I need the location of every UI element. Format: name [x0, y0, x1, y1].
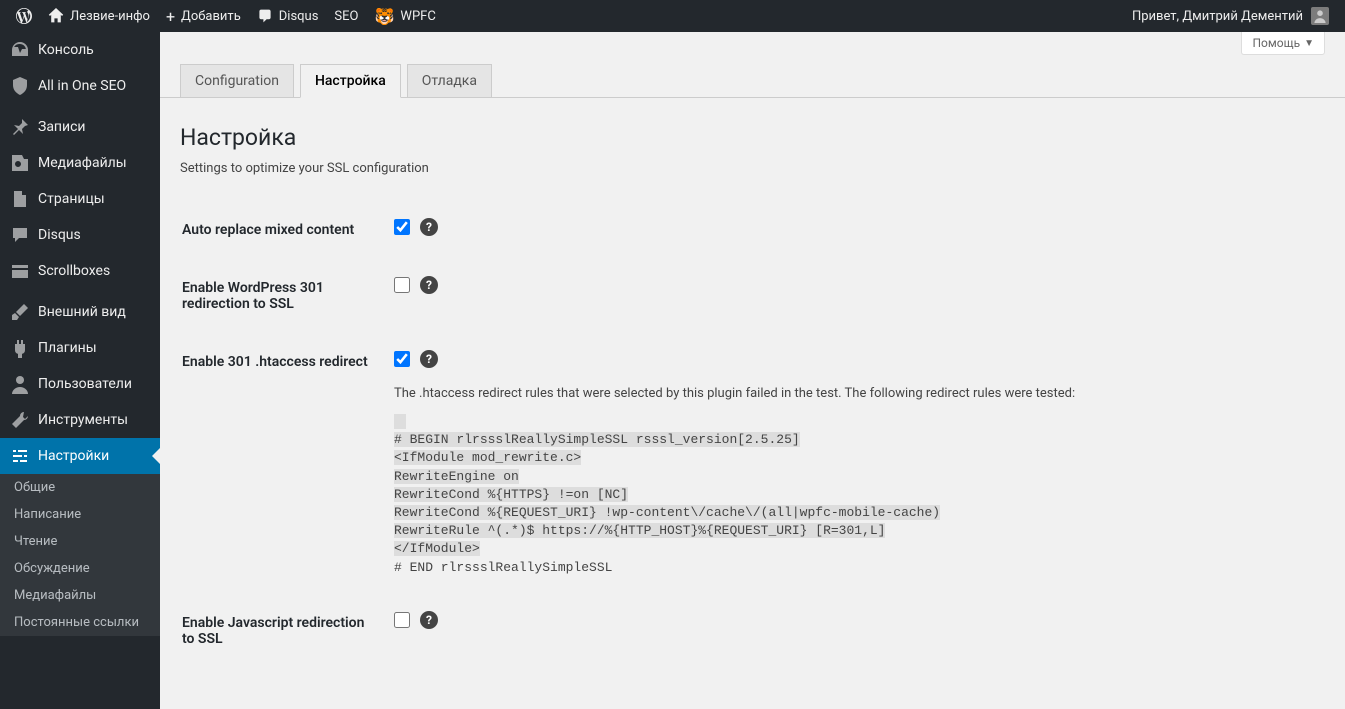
wp-logo[interactable]: [8, 0, 40, 32]
seo-label: SEO: [334, 9, 358, 24]
dashboard-icon: [10, 40, 30, 60]
menu-users[interactable]: Пользователи: [0, 366, 160, 402]
admin-sidebar: Консоль All in One SEO Записи Медиафайлы…: [0, 32, 160, 709]
checkbox-htaccess[interactable]: [394, 351, 410, 367]
menu-label: Медиафайлы: [38, 155, 127, 171]
menu-label: Консоль: [38, 42, 94, 58]
menu-pages[interactable]: Страницы: [0, 181, 160, 217]
comment-icon: [257, 8, 273, 24]
help-icon[interactable]: ?: [420, 276, 438, 294]
menu-label: Страницы: [38, 191, 105, 207]
menu-settings[interactable]: Настройки: [0, 438, 160, 474]
plug-icon: [10, 338, 30, 358]
disqus-label: Disqus: [279, 9, 319, 24]
site-name: Лезвие-инфо: [70, 9, 150, 24]
greeting: Привет, Дмитрий Дементий: [1132, 9, 1303, 24]
home-icon: [48, 8, 64, 24]
wpfc-icon: 🐯: [374, 7, 394, 26]
seo-link[interactable]: SEO: [326, 0, 366, 32]
settings-submenu: Общие Написание Чтение Обсуждение Медиаф…: [0, 474, 160, 636]
menu-media[interactable]: Медиафайлы: [0, 145, 160, 181]
disqus-link[interactable]: Disqus: [249, 0, 327, 32]
menu-label: Плагины: [38, 340, 97, 356]
menu-label: Scrollboxes: [38, 263, 110, 279]
menu-label: Записи: [38, 119, 86, 135]
field-label-htaccess: Enable 301 .htaccess redirect: [182, 334, 382, 593]
sub-general[interactable]: Общие: [0, 474, 160, 501]
add-new[interactable]: + Добавить: [158, 0, 249, 32]
sub-discussion[interactable]: Обсуждение: [0, 555, 160, 582]
avatar: [1311, 7, 1329, 25]
sub-media[interactable]: Медиафайлы: [0, 582, 160, 609]
menu-appearance[interactable]: Внешний вид: [0, 294, 160, 330]
tab-settings[interactable]: Настройка: [300, 64, 401, 98]
menu-disqus[interactable]: Disqus: [0, 217, 160, 253]
user-icon: [10, 374, 30, 394]
menu-tools[interactable]: Инструменты: [0, 402, 160, 438]
wrench-icon: [10, 410, 30, 430]
page-icon: [10, 189, 30, 209]
tab-debug[interactable]: Отладка: [407, 64, 492, 98]
checkbox-autoreplace[interactable]: [394, 219, 410, 235]
shield-icon: [10, 76, 30, 96]
wpfc-link[interactable]: 🐯 WPFC: [366, 0, 443, 32]
menu-label: Внешний вид: [38, 304, 126, 320]
menu-label: Настройки: [38, 448, 109, 464]
menu-label: Пользователи: [38, 376, 132, 392]
checkbox-wp301[interactable]: [394, 277, 410, 293]
sub-permalinks[interactable]: Постоянные ссылки: [0, 609, 160, 636]
content-area: Помощь ▼ Configuration Настройка Отладка…: [160, 32, 1345, 709]
htaccess-code: # BEGIN rlrssslReallySimpleSSL rsssl_ver…: [394, 413, 1313, 577]
sliders-icon: [10, 446, 30, 466]
tabs-nav: Configuration Настройка Отладка: [160, 55, 1345, 98]
menu-scrollboxes[interactable]: Scrollboxes: [0, 253, 160, 289]
help-icon[interactable]: ?: [420, 218, 438, 236]
field-label-jsredirect: Enable Javascript redirection to SSL: [182, 595, 382, 667]
plus-icon: +: [166, 7, 175, 26]
menu-aioseo[interactable]: All in One SEO: [0, 68, 160, 104]
brush-icon: [10, 302, 30, 322]
site-link[interactable]: Лезвие-инфо: [40, 0, 158, 32]
menu-plugins[interactable]: Плагины: [0, 330, 160, 366]
page-desc: Settings to optimize your SSL configurat…: [180, 161, 1325, 176]
menu-posts[interactable]: Записи: [0, 109, 160, 145]
add-label: Добавить: [181, 9, 241, 24]
account-link[interactable]: Привет, Дмитрий Дементий: [1124, 0, 1337, 32]
help-icon[interactable]: ?: [420, 350, 438, 368]
sub-writing[interactable]: Написание: [0, 501, 160, 528]
tab-configuration[interactable]: Configuration: [180, 64, 294, 98]
menu-console[interactable]: Консоль: [0, 32, 160, 68]
menu-label: Инструменты: [38, 412, 128, 428]
wpfc-label: WPFC: [400, 9, 435, 24]
menu-label: All in One SEO: [38, 78, 126, 94]
htaccess-notice: The .htaccess redirect rules that were s…: [394, 386, 1313, 401]
wordpress-icon: [16, 8, 32, 24]
box-icon: [10, 261, 30, 281]
comment-icon: [10, 225, 30, 245]
field-label-autoreplace: Auto replace mixed content: [182, 202, 382, 258]
checkbox-jsredirect[interactable]: [394, 612, 410, 628]
sub-reading[interactable]: Чтение: [0, 528, 160, 555]
media-icon: [10, 153, 30, 173]
admin-bar: Лезвие-инфо + Добавить Disqus SEO 🐯 WPFC…: [0, 0, 1345, 32]
help-icon[interactable]: ?: [420, 611, 438, 629]
pin-icon: [10, 117, 30, 137]
page-title: Настройка: [180, 124, 1325, 151]
chevron-down-icon: ▼: [1304, 38, 1314, 49]
help-label: Помощь: [1252, 36, 1300, 50]
help-tab[interactable]: Помощь ▼: [1241, 32, 1325, 55]
field-label-wp301: Enable WordPress 301 redirection to SSL: [182, 260, 382, 332]
menu-label: Disqus: [38, 227, 81, 243]
